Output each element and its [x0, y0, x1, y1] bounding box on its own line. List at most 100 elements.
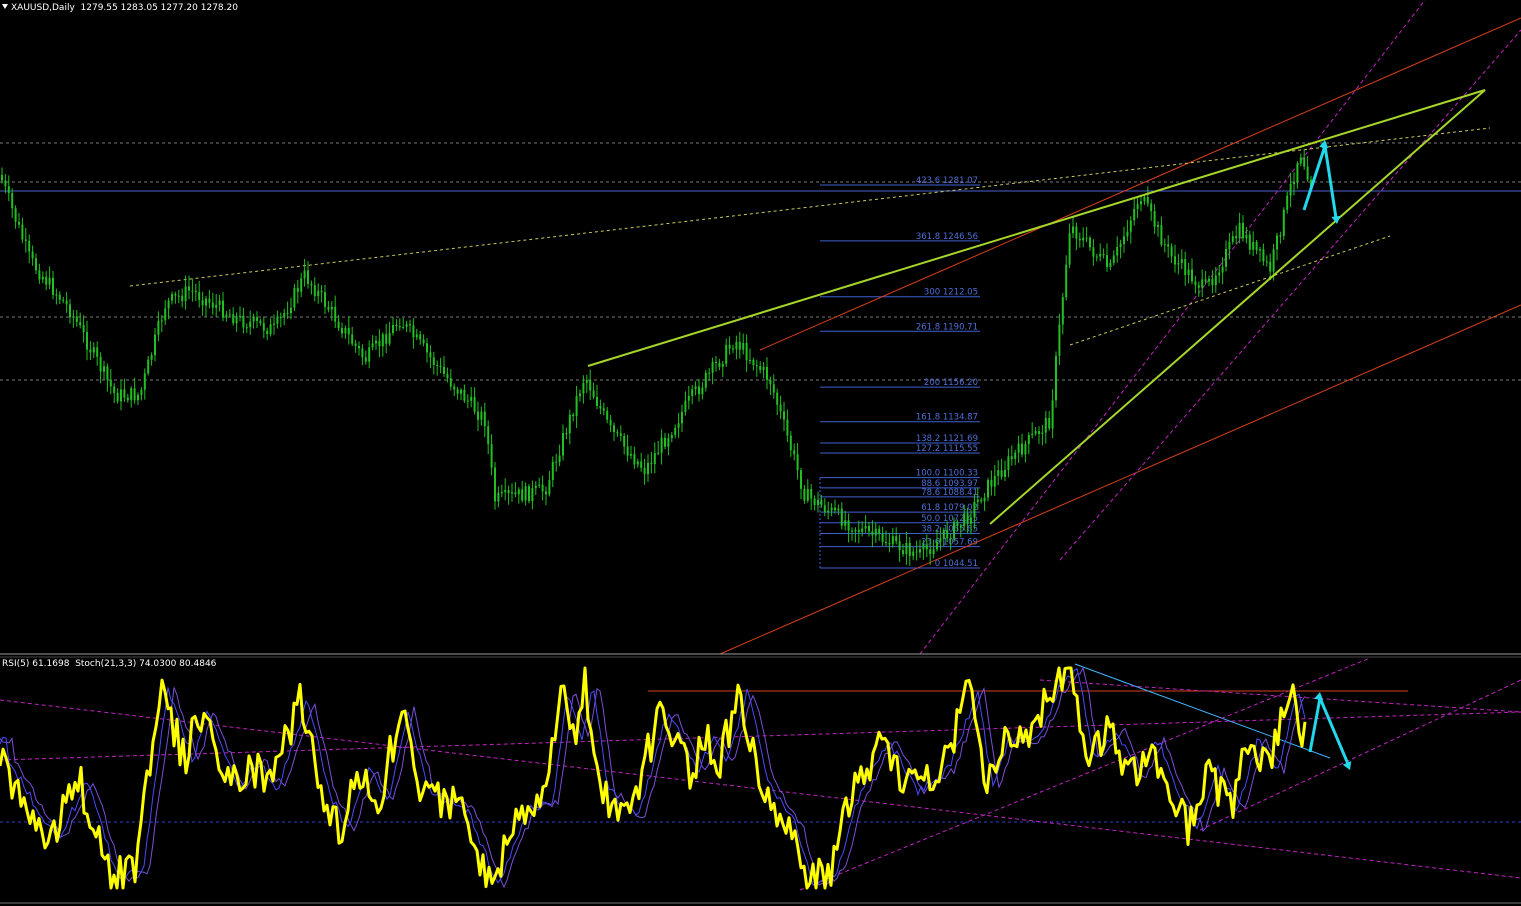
candle-body: [572, 414, 575, 417]
candle-body: [259, 320, 262, 324]
candle-body: [973, 501, 976, 518]
candle-body: [660, 437, 663, 453]
candle-body: [99, 356, 102, 372]
candle-body: [677, 423, 680, 428]
candle-body: [643, 467, 646, 475]
candle-body: [1153, 211, 1156, 227]
candle-body: [205, 298, 207, 306]
candle-body: [463, 389, 466, 401]
candle-body: [551, 461, 554, 481]
candle-body: [1143, 197, 1146, 202]
candle-body: [1221, 266, 1224, 273]
candle-body: [823, 505, 826, 512]
candle-body: [1099, 253, 1102, 257]
candle-body: [1180, 259, 1183, 264]
candle-body: [317, 290, 320, 297]
candle-body: [140, 389, 143, 395]
candle-body: [1174, 256, 1176, 265]
candle-body: [1204, 279, 1207, 282]
candle-body: [1303, 157, 1306, 167]
candle-body: [528, 486, 530, 502]
candle-body: [1265, 261, 1268, 263]
candle-body: [500, 492, 503, 494]
candle-body: [330, 306, 333, 310]
candle-body: [385, 334, 388, 344]
candle-body: [721, 363, 724, 367]
triangle-down-icon[interactable]: [2, 4, 8, 9]
candle-body: [868, 525, 870, 532]
candle-body: [667, 438, 670, 447]
candle-body: [902, 550, 904, 554]
candle-body: [150, 355, 153, 360]
candle-body: [1075, 226, 1078, 239]
candle-body: [1133, 208, 1136, 221]
candle-body: [1262, 249, 1265, 262]
fib-level-label: 423.6 1281.07: [916, 176, 978, 186]
candle-body: [429, 352, 432, 358]
candle-body: [21, 224, 24, 240]
candle-body: [490, 444, 493, 468]
candle-body: [1129, 220, 1132, 232]
candle-body: [1038, 431, 1040, 434]
candle-body: [905, 542, 908, 554]
candle-body: [62, 299, 65, 301]
candle-body: [932, 549, 935, 555]
candle-body: [1225, 249, 1227, 267]
candle-body: [742, 342, 745, 350]
candle-body: [1017, 443, 1020, 453]
candle-body: [171, 294, 173, 301]
candle-body: [1, 175, 3, 181]
candle-body: [82, 325, 85, 333]
candle-body: [232, 314, 235, 324]
candle-body: [201, 300, 204, 306]
candle-body: [562, 433, 564, 456]
candle-body: [426, 343, 428, 353]
candle-body: [1242, 223, 1244, 239]
candle-body: [718, 363, 721, 367]
candle-body: [378, 340, 381, 347]
candle-body: [1235, 236, 1238, 239]
candle-body: [602, 408, 605, 411]
candle-body: [184, 286, 187, 302]
candle-body: [684, 400, 687, 412]
candle-body: [698, 386, 700, 395]
candle-body: [786, 419, 789, 436]
candle-body: [228, 314, 231, 316]
candle-body: [1102, 253, 1105, 256]
candle-body: [497, 492, 500, 502]
candle-body: [347, 327, 350, 335]
candle-body: [460, 389, 462, 394]
candle-body: [133, 388, 136, 401]
candle-body: [388, 333, 391, 344]
candle-body: [1194, 281, 1197, 286]
candle-body: [694, 386, 697, 390]
candle-body: [806, 489, 809, 501]
candle-body: [956, 521, 959, 527]
candle-body: [789, 435, 792, 451]
candle-body: [827, 510, 830, 512]
candle-body: [1184, 259, 1187, 275]
candle-body: [1150, 203, 1153, 212]
candle-body: [725, 344, 728, 364]
candle-body: [1177, 263, 1180, 265]
candle-body: [41, 276, 44, 280]
candle-body: [708, 372, 711, 374]
candle-body: [422, 339, 425, 344]
candle-body: [1259, 249, 1261, 251]
candle-body: [558, 455, 561, 462]
candle-body: [327, 306, 330, 310]
candle-body: [215, 304, 218, 308]
fib-level-label: 261.8 1190.71: [916, 322, 978, 332]
candle-body: [446, 373, 449, 379]
candle-body: [1061, 297, 1064, 325]
candle-body: [1085, 237, 1088, 239]
candle-body: [198, 292, 201, 301]
candle-body: [477, 411, 479, 420]
candle-body: [616, 432, 619, 434]
candle-body: [239, 315, 241, 317]
candle-body: [120, 389, 122, 402]
candle-body: [126, 397, 129, 401]
candle-body: [1014, 452, 1017, 459]
candle-body: [606, 410, 609, 420]
candle-body: [504, 490, 507, 493]
